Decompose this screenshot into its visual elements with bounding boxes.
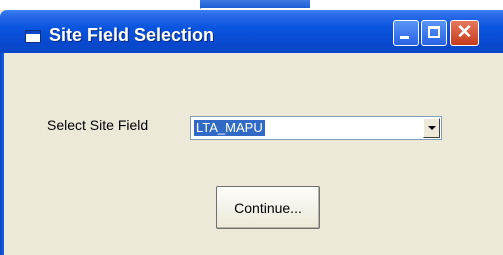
close-button[interactable]: ✕ [450,20,479,46]
minimize-button[interactable] [393,20,419,46]
window-title: Site Field Selection [49,25,215,45]
maximize-button[interactable] [421,20,447,46]
dialog-window: Site Field Selection ✕ Select Site Field… [0,10,503,255]
minimize-icon [400,36,409,39]
window-left-border [0,53,4,255]
site-field-selected-value[interactable]: LTA_MAPU [194,120,265,136]
maximize-icon [428,26,440,38]
background-window-titlebar [200,0,310,8]
site-field-label: Select Site Field [47,117,149,133]
dropdown-arrow-icon[interactable] [423,118,440,138]
background-window-panel [0,0,201,9]
title-bar[interactable]: Site Field Selection ✕ [0,10,503,53]
window-app-icon[interactable] [25,30,41,43]
close-icon: ✕ [456,22,473,43]
site-field-dropdown[interactable]: LTA_MAPU [190,116,442,140]
continue-button[interactable]: Continue... [216,186,320,229]
